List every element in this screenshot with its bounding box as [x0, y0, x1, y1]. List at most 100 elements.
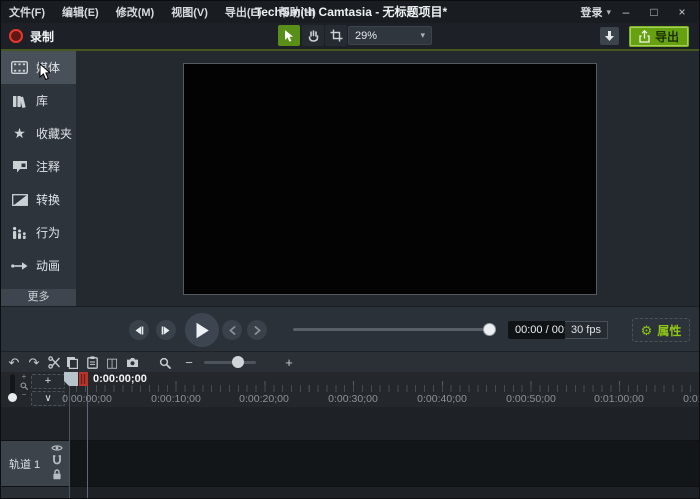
share-icon [639, 30, 650, 43]
paste-button[interactable] [83, 354, 101, 371]
menu-export[interactable]: 导出(E) [225, 4, 262, 20]
playback-slider-knob[interactable] [483, 323, 496, 336]
library-books-icon [11, 94, 28, 108]
copy-button[interactable] [63, 354, 81, 371]
track-options-button[interactable]: ∨ [31, 391, 65, 406]
track-header[interactable]: 轨道 1 [1, 441, 69, 486]
cut-button[interactable] [45, 354, 63, 371]
maximize-button[interactable]: □ [641, 1, 667, 23]
sidebar-item-label: 注释 [36, 160, 61, 174]
playback-progress-slider[interactable] [293, 328, 491, 331]
caret-down-icon: ▾ [606, 6, 611, 17]
menu-file[interactable]: 文件(F) [9, 4, 45, 20]
cursor-arrow-icon [283, 29, 295, 43]
playhead-time: 0:00:00;00 [93, 373, 147, 385]
magnet-icon[interactable] [52, 455, 62, 466]
add-track-button[interactable]: + [31, 374, 65, 389]
ruler-label: 0:00:40;00 [417, 393, 467, 405]
download-button[interactable] [600, 27, 619, 45]
properties-button[interactable]: ⚙ 属性 [632, 318, 690, 342]
sidebar-item-annotations[interactable]: 注释 [1, 150, 76, 183]
ruler-label: 0:00:20;00 [239, 393, 289, 405]
eye-icon[interactable] [51, 444, 63, 452]
tools-sidebar: 媒体 库 ★ 收藏夹 注释 转换 行为 动画 更多 [1, 51, 76, 306]
track-controls [51, 444, 63, 480]
record-label: 录制 [30, 29, 55, 44]
sidebar-item-animations[interactable]: 动画 [1, 249, 76, 282]
previous-clip-button[interactable] [222, 320, 242, 340]
caret-down-icon: ▾ [420, 30, 425, 40]
menu-bar: 文件(F) 编辑(E) 修改(M) 视图(V) 导出(E) 帮助(H) [9, 1, 316, 23]
copy-icon [66, 356, 78, 369]
step-forward-button[interactable] [156, 320, 176, 340]
camtasia-window: TechSmith Camtasia - 无标题项目* 文件(F) 编辑(E) … [0, 0, 700, 499]
menu-help[interactable]: 帮助(H) [279, 4, 316, 20]
sidebar-item-media[interactable]: 媒体 [1, 51, 76, 84]
more-button[interactable]: 更多 [1, 289, 76, 306]
sidebar-item-label: 转换 [36, 193, 61, 207]
crop-tool-button[interactable] [325, 25, 347, 46]
main-toolbar: 录制 29% ▾ 导出 [1, 23, 699, 49]
undo-button[interactable]: ↶ [5, 354, 23, 371]
preview-stage[interactable] [183, 63, 597, 295]
animation-arrow-icon [11, 261, 28, 271]
timeline-empty-area [1, 407, 699, 440]
ruler-minor-ticks [69, 385, 699, 392]
track-row: 轨道 1 [1, 440, 699, 487]
record-button[interactable]: 录制 [9, 25, 54, 47]
camera-icon [126, 357, 139, 368]
ruler-label: 0:01:10;00 [683, 393, 699, 405]
sidebar-item-library[interactable]: 库 [1, 84, 76, 117]
star-icon: ★ [13, 125, 26, 141]
step-back-icon [134, 326, 144, 335]
split-button[interactable]: ◫ [103, 354, 121, 371]
sidebar-item-transitions[interactable]: 转换 [1, 183, 76, 216]
timeline-zoom-icon [156, 354, 174, 371]
canvas-area [76, 51, 699, 306]
properties-label: 属性 [657, 323, 682, 338]
export-button[interactable]: 导出 [629, 26, 689, 47]
track-height-knob[interactable] [8, 393, 17, 402]
timeline: + − + ∨ 0:00:00;00 0:00:10;00 0:00:20;00… [1, 372, 699, 498]
sidebar-item-label: 库 [36, 94, 49, 108]
select-tool-button[interactable] [278, 25, 300, 46]
ruler-label: 0:00:10;00 [151, 393, 201, 405]
ruler-label: 0:00:50;00 [506, 393, 556, 405]
timeline-zoom-out-button[interactable]: − [180, 354, 198, 371]
sidebar-item-label: 收藏夹 [36, 127, 73, 141]
minimize-button[interactable]: – [613, 1, 639, 23]
export-label: 导出 [654, 30, 679, 44]
play-button[interactable] [185, 313, 219, 347]
gear-icon: ⚙ [640, 322, 653, 338]
close-button[interactable]: × [669, 1, 695, 23]
redo-button[interactable]: ↷ [25, 354, 43, 371]
timeline-zoom-knob[interactable] [232, 356, 244, 368]
menu-view[interactable]: 视图(V) [171, 4, 208, 20]
chevron-right-icon [254, 325, 261, 335]
canvas-zoom-dropdown[interactable]: 29% ▾ [348, 26, 432, 45]
playhead-line [87, 385, 88, 498]
sign-in-button[interactable]: 登录 ▾ [580, 1, 611, 23]
menu-modify[interactable]: 修改(M) [116, 4, 155, 20]
menu-edit[interactable]: 编辑(E) [62, 4, 99, 20]
pan-tool-button[interactable] [302, 25, 324, 46]
scissors-icon [47, 356, 61, 369]
sidebar-item-label: 行为 [36, 226, 61, 240]
snapshot-button[interactable] [123, 354, 141, 371]
lock-icon[interactable] [52, 469, 62, 480]
playhead[interactable] [64, 372, 89, 387]
crop-icon [330, 29, 343, 42]
track-height-zoom-icons: + − [19, 373, 29, 399]
fps-badge: 30 fps [565, 321, 608, 339]
next-clip-button[interactable] [247, 320, 267, 340]
clipboard-icon [86, 356, 98, 369]
track-content[interactable] [69, 441, 699, 486]
record-icon [9, 29, 23, 43]
timeline-zoom-in-button[interactable]: + [280, 354, 298, 371]
sidebar-item-favorites[interactable]: ★ 收藏夹 [1, 117, 76, 150]
timeline-zoom-slider[interactable] [204, 361, 256, 364]
step-back-button[interactable] [129, 320, 149, 340]
timeline-toolbar: ↶ ↷ ◫ − + [1, 351, 699, 372]
step-forward-icon [161, 326, 171, 335]
sidebar-item-behaviors[interactable]: 行为 [1, 216, 76, 249]
